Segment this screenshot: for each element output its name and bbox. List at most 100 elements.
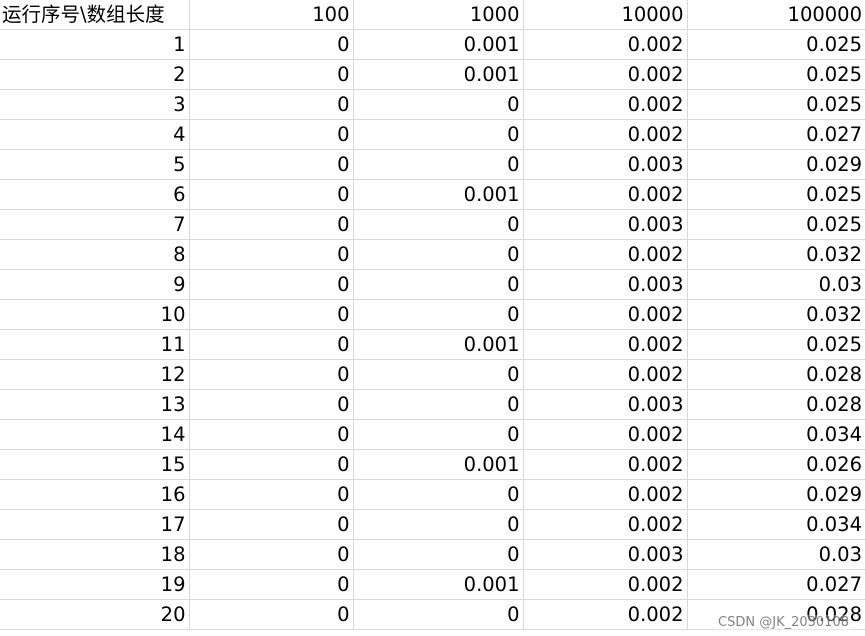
value-cell[interactable]: 0.001 [353, 569, 524, 600]
value-cell[interactable]: 0 [189, 329, 354, 360]
run-number-cell[interactable]: 18 [0, 539, 190, 570]
column-header-cell[interactable]: 1000 [353, 0, 524, 30]
value-cell[interactable]: 0.001 [353, 329, 524, 360]
column-header-cell[interactable]: 100000 [687, 0, 865, 30]
run-number-cell[interactable]: 10 [0, 299, 190, 330]
value-cell[interactable]: 0.026 [687, 449, 865, 480]
value-cell[interactable]: 0 [189, 269, 354, 300]
value-cell[interactable]: 0.027 [687, 569, 865, 600]
run-number-cell[interactable]: 17 [0, 509, 190, 540]
value-cell[interactable]: 0 [189, 449, 354, 480]
column-header-cell[interactable]: 10000 [523, 0, 688, 30]
value-cell[interactable]: 0 [189, 179, 354, 210]
run-number-cell[interactable]: 3 [0, 89, 190, 120]
value-cell[interactable]: 0 [189, 539, 354, 570]
value-cell[interactable]: 0.025 [687, 329, 865, 360]
value-cell[interactable]: 0 [189, 29, 354, 60]
value-cell[interactable]: 0 [189, 389, 354, 420]
value-cell[interactable]: 0.034 [687, 419, 865, 450]
value-cell[interactable]: 0 [353, 419, 524, 450]
value-cell[interactable]: 0.003 [523, 539, 688, 570]
value-cell[interactable]: 0.003 [523, 389, 688, 420]
value-cell[interactable]: 0.029 [687, 479, 865, 510]
value-cell[interactable]: 0.025 [687, 89, 865, 120]
value-cell[interactable]: 0.001 [353, 179, 524, 210]
value-cell[interactable]: 0.002 [523, 59, 688, 90]
run-number-cell[interactable]: 6 [0, 179, 190, 210]
value-cell[interactable]: 0.002 [523, 119, 688, 150]
value-cell[interactable]: 0 [353, 149, 524, 180]
run-number-cell[interactable]: 1 [0, 29, 190, 60]
value-cell[interactable]: 0.025 [687, 59, 865, 90]
value-cell[interactable]: 0.025 [687, 179, 865, 210]
value-cell[interactable]: 0 [189, 59, 354, 90]
value-cell[interactable]: 0.025 [687, 29, 865, 60]
value-cell[interactable]: 0 [353, 239, 524, 270]
value-cell[interactable]: 0 [353, 389, 524, 420]
value-cell[interactable]: 0 [353, 539, 524, 570]
value-cell[interactable]: 0.03 [687, 269, 865, 300]
value-cell[interactable]: 0 [353, 269, 524, 300]
value-cell[interactable]: 0.029 [687, 149, 865, 180]
run-number-cell[interactable]: 8 [0, 239, 190, 270]
run-number-cell[interactable]: 9 [0, 269, 190, 300]
value-cell[interactable]: 0.002 [523, 359, 688, 390]
run-number-cell[interactable]: 15 [0, 449, 190, 480]
value-cell[interactable]: 0 [189, 89, 354, 120]
run-number-cell[interactable]: 7 [0, 209, 190, 240]
value-cell[interactable]: 0.002 [523, 29, 688, 60]
value-cell[interactable]: 0 [353, 359, 524, 390]
value-cell[interactable]: 0.034 [687, 509, 865, 540]
value-cell[interactable]: 0 [189, 419, 354, 450]
value-cell[interactable]: 0 [189, 149, 354, 180]
value-cell[interactable]: 0.028 [687, 359, 865, 390]
value-cell[interactable]: 0 [353, 89, 524, 120]
column-header-cell[interactable]: 100 [189, 0, 354, 30]
value-cell[interactable]: 0.002 [523, 419, 688, 450]
value-cell[interactable]: 0.03 [687, 539, 865, 570]
value-cell[interactable]: 0.002 [523, 179, 688, 210]
value-cell[interactable]: 0.003 [523, 269, 688, 300]
run-number-cell[interactable]: 20 [0, 599, 190, 630]
value-cell[interactable]: 0 [353, 119, 524, 150]
value-cell[interactable]: 0 [353, 299, 524, 330]
value-cell[interactable]: 0 [353, 209, 524, 240]
value-cell[interactable]: 0.027 [687, 119, 865, 150]
value-cell[interactable]: 0.002 [523, 299, 688, 330]
value-cell[interactable]: 0 [189, 569, 354, 600]
value-cell[interactable]: 0 [189, 209, 354, 240]
value-cell[interactable]: 0.001 [353, 59, 524, 90]
value-cell[interactable]: 0.003 [523, 149, 688, 180]
value-cell[interactable]: 0.002 [523, 449, 688, 480]
run-number-cell[interactable]: 16 [0, 479, 190, 510]
corner-header-cell[interactable]: 运行序号\数组长度 [0, 0, 190, 30]
value-cell[interactable]: 0.002 [523, 239, 688, 270]
run-number-cell[interactable]: 5 [0, 149, 190, 180]
value-cell[interactable]: 0 [189, 479, 354, 510]
value-cell[interactable]: 0 [353, 599, 524, 630]
value-cell[interactable]: 0 [189, 509, 354, 540]
run-number-cell[interactable]: 11 [0, 329, 190, 360]
value-cell[interactable]: 0.032 [687, 239, 865, 270]
run-number-cell[interactable]: 19 [0, 569, 190, 600]
run-number-cell[interactable]: 14 [0, 419, 190, 450]
run-number-cell[interactable]: 12 [0, 359, 190, 390]
value-cell[interactable]: 0.002 [523, 509, 688, 540]
value-cell[interactable]: 0 [353, 479, 524, 510]
value-cell[interactable]: 0.001 [353, 29, 524, 60]
value-cell[interactable]: 0.025 [687, 209, 865, 240]
run-number-cell[interactable]: 4 [0, 119, 190, 150]
value-cell[interactable]: 0.001 [353, 449, 524, 480]
value-cell[interactable]: 0 [189, 359, 354, 390]
run-number-cell[interactable]: 2 [0, 59, 190, 90]
value-cell[interactable]: 0.003 [523, 209, 688, 240]
run-number-cell[interactable]: 13 [0, 389, 190, 420]
value-cell[interactable]: 0 [189, 299, 354, 330]
value-cell[interactable]: 0 [189, 239, 354, 270]
value-cell[interactable]: 0 [189, 599, 354, 630]
value-cell[interactable]: 0.032 [687, 299, 865, 330]
value-cell[interactable]: 0 [353, 509, 524, 540]
value-cell[interactable]: 0.002 [523, 329, 688, 360]
value-cell[interactable]: 0 [189, 119, 354, 150]
value-cell[interactable]: 0.002 [523, 569, 688, 600]
